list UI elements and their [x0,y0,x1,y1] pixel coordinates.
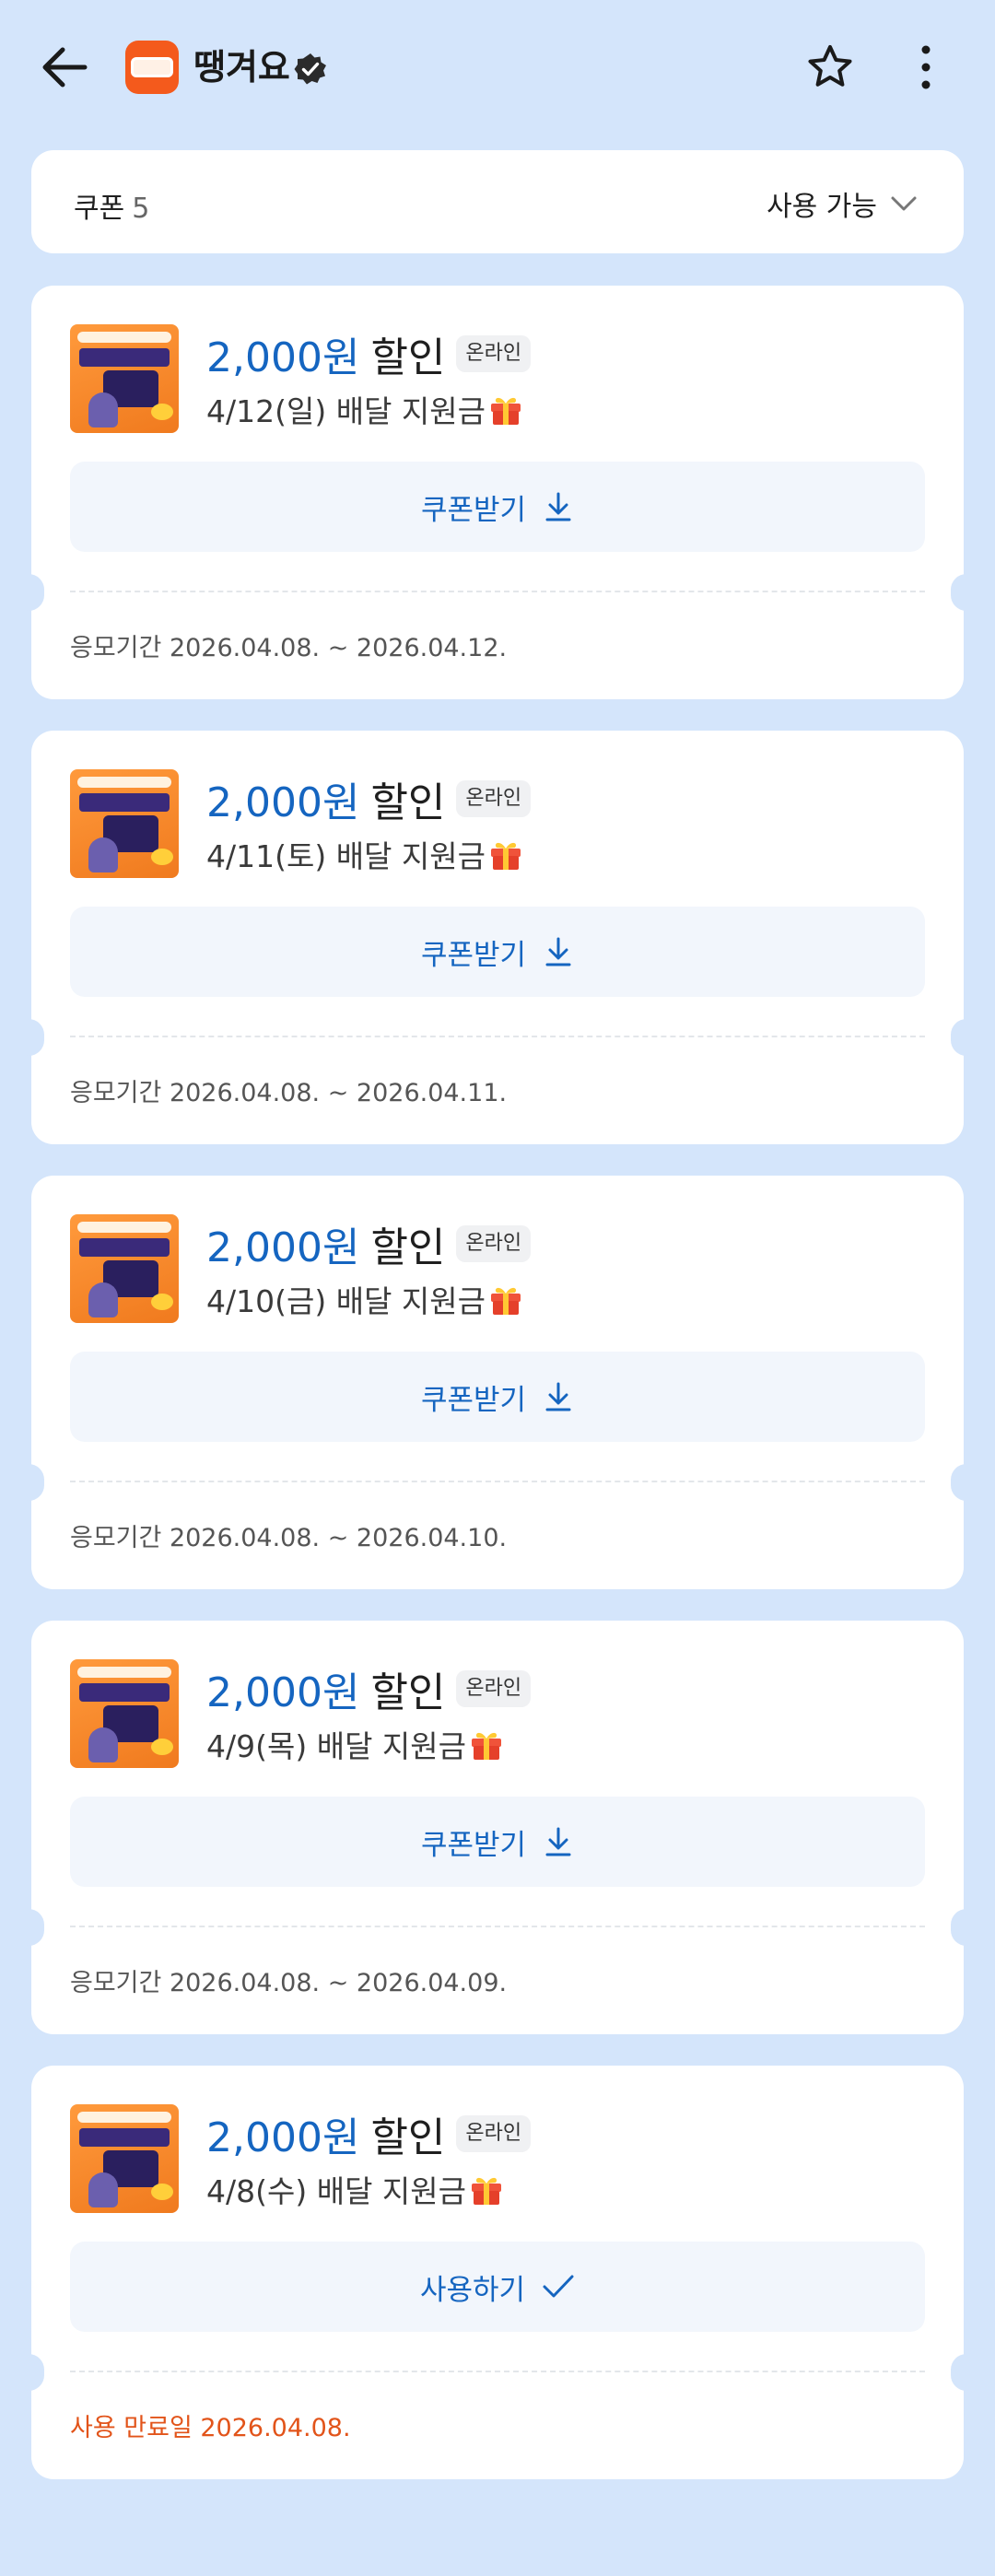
coupon-thumbnail [70,1214,179,1323]
coupon-card: 2,000원 할인 온라인 4/12(일) 배달 지원금 쿠폰받기 응모기간 2… [13,286,982,699]
action-label: 쿠폰받기 [420,1828,527,1862]
coupon-description: 4/9(목) 배달 지원금 [206,1728,466,1764]
use-coupon-button[interactable]: 사용하기 [70,2242,925,2332]
coupon-amount: 2,000원 [206,2114,360,2161]
online-badge: 온라인 [456,335,532,372]
coupon-count-label: 쿠폰 [74,193,125,225]
action-label: 쿠폰받기 [420,493,527,527]
back-arrow-icon[interactable] [39,41,90,93]
get-coupon-button[interactable]: 쿠폰받기 [70,462,925,552]
coupon-thumbnail [70,1659,179,1768]
verified-badge-icon [294,53,326,85]
online-badge: 온라인 [456,2115,532,2152]
coupon-discount-label: 할인 [370,779,446,826]
chevron-down-icon [891,196,917,211]
action-label: 사용하기 [419,2273,526,2307]
dashed-divider [70,1036,925,1037]
coupon-card: 2,000원 할인 온라인 4/10(금) 배달 지원금 쿠폰받기 응모기간 2… [13,1176,982,1589]
download-icon [545,492,571,521]
check-icon [543,2275,574,2298]
gift-icon [472,1732,501,1760]
gift-icon [491,842,521,870]
coupon-period: 응모기간 2026.04.08. ~ 2026.04.09. [70,1969,508,1997]
coupon-card: 2,000원 할인 온라인 4/8(수) 배달 지원금 사용하기 사용 만료일 … [13,2066,982,2479]
coupon-period: 응모기간 2026.04.08. ~ 2026.04.10. [70,1524,508,1552]
coupon-period: 응모기간 2026.04.08. ~ 2026.04.12. [70,634,508,662]
get-coupon-button[interactable]: 쿠폰받기 [70,1797,925,1887]
favorite-star-icon[interactable] [805,42,855,92]
coupon-description: 4/10(금) 배달 지원금 [206,1283,486,1319]
action-label: 쿠폰받기 [420,938,527,972]
coupon-count: 쿠폰 5 [74,185,149,226]
coupon-description: 4/11(토) 배달 지원금 [206,838,486,874]
dashed-divider [70,591,925,592]
gift-icon [491,397,521,425]
coupon-description: 4/12(일) 배달 지원금 [206,393,486,429]
coupon-discount-label: 할인 [370,2114,446,2161]
online-badge: 온라인 [456,1225,532,1262]
dashed-divider [70,1926,925,1927]
coupon-amount: 2,000원 [206,1669,360,1716]
coupon-period: 응모기간 2026.04.08. ~ 2026.04.11. [70,1079,508,1107]
gift-icon [491,1287,521,1315]
coupon-thumbnail [70,769,179,878]
more-options-icon[interactable] [912,42,940,92]
store-name: 땡겨요 [193,47,290,88]
store-logo [125,41,179,94]
coupon-thumbnail [70,324,179,433]
coupon-amount: 2,000원 [206,779,360,826]
availability-filter-value: 사용 가능 [767,191,877,223]
get-coupon-button[interactable]: 쿠폰받기 [70,907,925,997]
coupon-description: 4/8(수) 배달 지원금 [206,2173,466,2209]
coupon-card: 2,000원 할인 온라인 4/11(토) 배달 지원금 쿠폰받기 응모기간 2… [13,731,982,1144]
coupon-filter-bar: 쿠폰 5 사용 가능 [31,150,964,253]
coupon-discount-label: 할인 [370,1669,446,1716]
online-badge: 온라인 [456,780,532,817]
coupon-amount: 2,000원 [206,1224,360,1271]
app-header: 땡겨요 [0,0,995,138]
download-icon [545,1827,571,1856]
gift-icon [472,2177,501,2205]
download-icon [545,1382,571,1411]
availability-filter-dropdown[interactable]: 사용 가능 [767,183,918,224]
coupon-thumbnail [70,2104,179,2213]
coupon-amount: 2,000원 [206,334,360,381]
coupon-count-value: 5 [132,193,150,225]
get-coupon-button[interactable]: 쿠폰받기 [70,1352,925,1442]
download-icon [545,937,571,966]
coupon-discount-label: 할인 [370,334,446,381]
coupon-expiry: 사용 만료일 2026.04.08. [70,2414,351,2442]
online-badge: 온라인 [456,1670,532,1707]
coupon-card: 2,000원 할인 온라인 4/9(목) 배달 지원금 쿠폰받기 응모기간 20… [13,1621,982,2034]
dashed-divider [70,2371,925,2372]
coupon-discount-label: 할인 [370,1224,446,1271]
action-label: 쿠폰받기 [420,1383,527,1417]
dashed-divider [70,1481,925,1482]
